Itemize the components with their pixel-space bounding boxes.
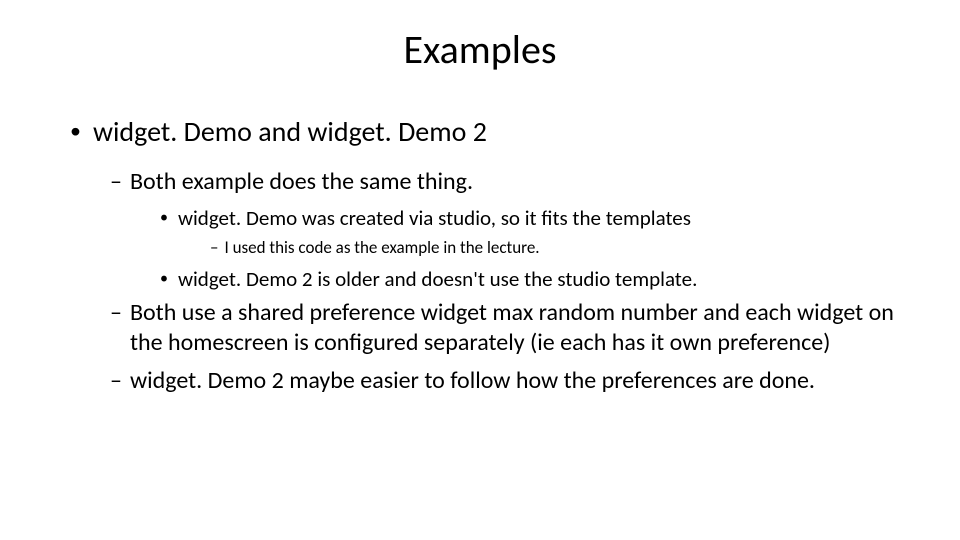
bullet-text: widget. Demo 2 is older and doesn't use … bbox=[178, 266, 900, 292]
bullet-level3: • widget. Demo 2 is older and doesn't us… bbox=[160, 266, 900, 292]
bullet-text: widget. Demo and widget. Demo 2 bbox=[93, 114, 900, 149]
slide-title: Examples bbox=[60, 25, 900, 74]
dash-text: Both example does the same thing. bbox=[130, 167, 900, 197]
bullet-marker: • bbox=[160, 205, 168, 231]
bullet-text: widget. Demo was created via studio, so … bbox=[178, 205, 900, 231]
dash-level4: – I used this code as the example in the… bbox=[210, 237, 900, 258]
dash-marker: – bbox=[110, 298, 122, 358]
dash-text: I used this code as the example in the l… bbox=[224, 237, 900, 258]
bullet-level1: • widget. Demo and widget. Demo 2 bbox=[70, 114, 900, 149]
bullet-marker: • bbox=[70, 114, 81, 149]
dash-marker: – bbox=[110, 366, 122, 396]
dash-marker: – bbox=[110, 167, 122, 197]
dash-level2: – Both use a shared preference widget ma… bbox=[110, 298, 900, 358]
bullet-level3: • widget. Demo was created via studio, s… bbox=[160, 205, 900, 231]
dash-level2: – widget. Demo 2 maybe easier to follow … bbox=[110, 366, 900, 396]
bullet-marker: • bbox=[160, 266, 168, 292]
dash-text: Both use a shared preference widget max … bbox=[130, 298, 900, 358]
dash-level2: – Both example does the same thing. bbox=[110, 167, 900, 197]
dash-text: widget. Demo 2 maybe easier to follow ho… bbox=[130, 366, 900, 396]
dash-marker: – bbox=[210, 237, 218, 258]
